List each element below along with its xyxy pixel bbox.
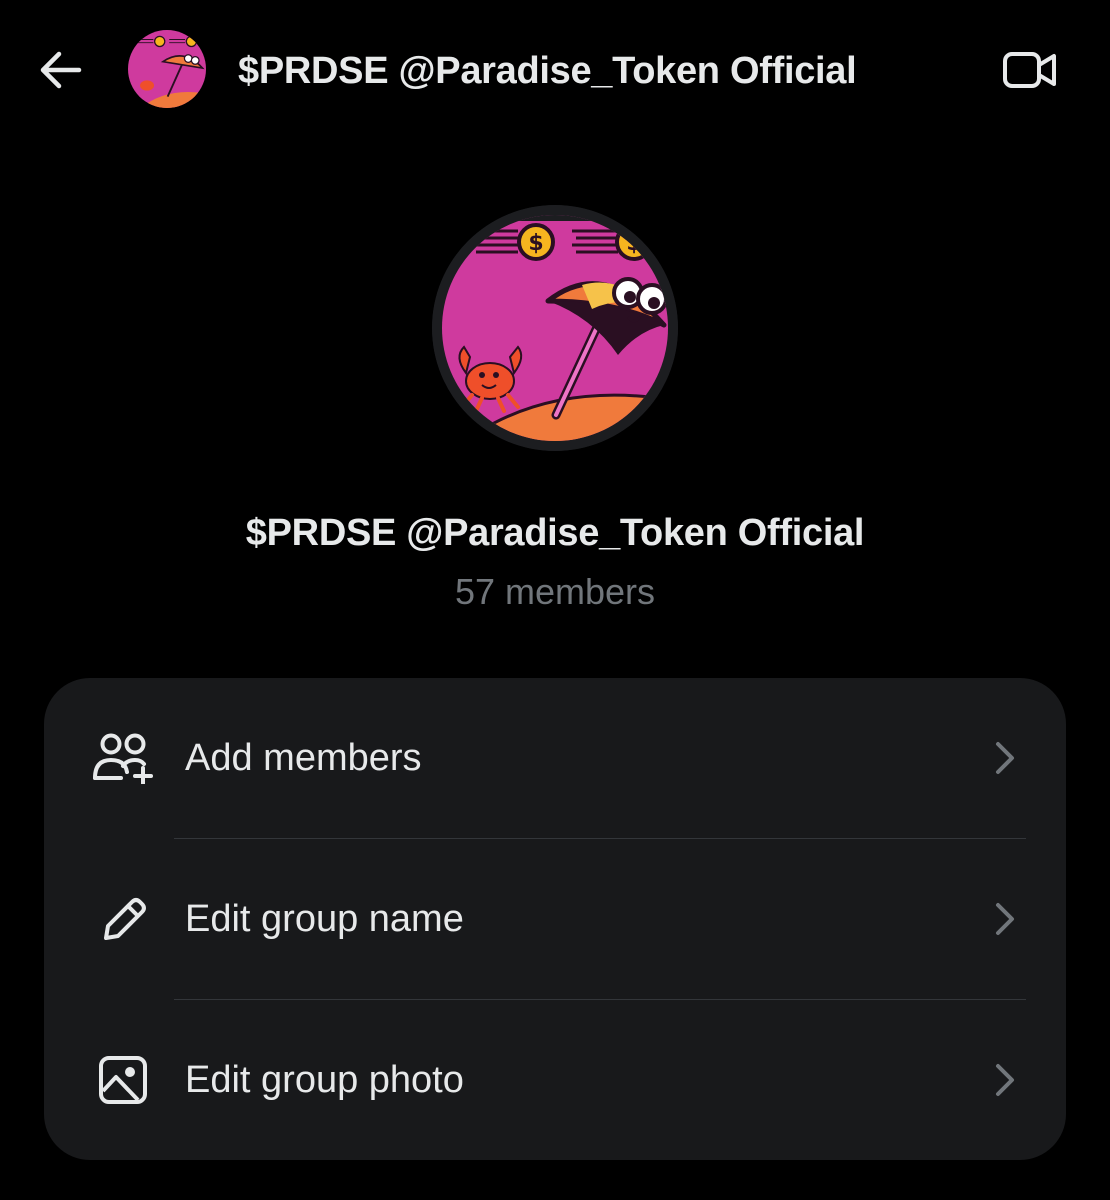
group-avatar[interactable]: $ $ [432,205,678,451]
chevron-right-icon [990,897,1020,941]
add-members-row[interactable]: Add members [44,678,1066,838]
edit-group-name-row[interactable]: Edit group name [44,839,1066,999]
svg-text:$: $ [528,231,543,256]
chevron-right-icon [990,1058,1020,1102]
member-count[interactable]: 57 members [0,568,1110,616]
group-name: $PRDSE @Paradise_Token Official [245,512,865,554]
pencil-icon [88,889,158,949]
back-button[interactable] [30,40,90,100]
group-avatar-image: $ $ [432,205,678,451]
edit-group-photo-row[interactable]: Edit group photo [44,1000,1066,1160]
header-group-avatar[interactable] [128,30,206,108]
group-settings-card: Add members Edit group name Edit group p… [44,678,1066,1160]
edit-group-name-label: Edit group name [185,898,464,940]
add-members-icon [88,728,158,788]
arrow-left-icon [40,51,82,89]
image-icon [88,1050,158,1110]
top-bar: $PRDSE @Paradise_Token Official [0,0,1110,140]
chevron-right-icon [990,736,1020,780]
group-info-screen: $PRDSE @Paradise_Token Official $ $PRDSE… [0,0,1110,1200]
video-call-button[interactable] [996,40,1064,100]
add-members-label: Add members [185,737,422,779]
edit-group-photo-label: Edit group photo [185,1059,464,1101]
header-title[interactable]: $PRDSE @Paradise_Token Official [238,46,857,96]
video-camera-icon [1003,52,1056,88]
